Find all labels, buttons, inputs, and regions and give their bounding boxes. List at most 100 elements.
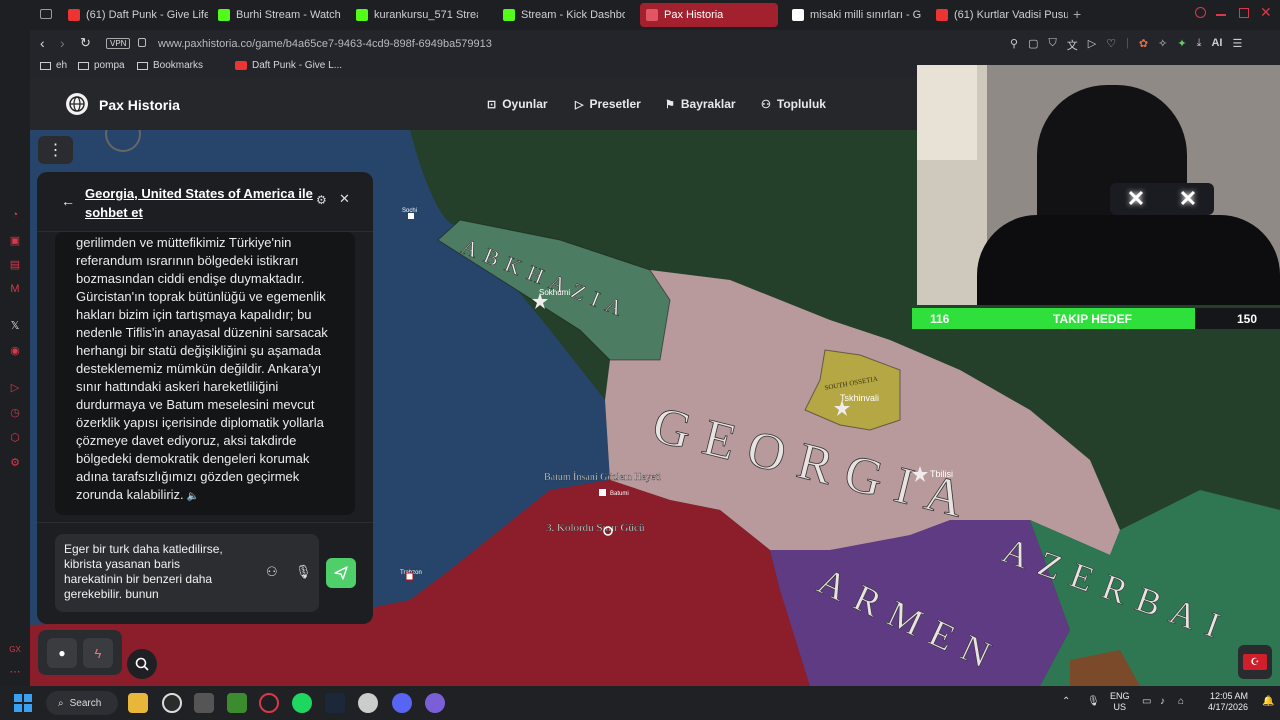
heart-icon[interactable]: ♡	[1106, 37, 1116, 53]
snapshot-icon[interactable]: ▢	[1028, 37, 1038, 53]
m-icon[interactable]: M	[8, 282, 22, 296]
settings-icon[interactable]: ⚙	[316, 193, 327, 207]
network-icon[interactable]: ⌂	[1178, 696, 1184, 707]
browser-tab[interactable]: Pax Historia	[640, 3, 778, 27]
player-icon[interactable]: ▷	[8, 380, 22, 394]
discord-icon[interactable]	[392, 693, 412, 713]
vpn-ext-icon[interactable]: ✦	[1177, 37, 1186, 53]
extension-icon[interactable]: ✿	[1139, 37, 1148, 53]
city-sokhumi[interactable]: Sokhumi	[539, 288, 570, 297]
shoulders	[977, 215, 1280, 305]
menu-icon[interactable]: ☰	[1232, 37, 1242, 53]
message-input-text[interactable]: Eger bir turk daha katledilirse, kibrista…	[64, 542, 264, 602]
city-tbilisi[interactable]: Tbilisi	[930, 469, 953, 479]
browser-tab[interactable]: misaki milli sınırları - Goog	[786, 3, 921, 27]
send-button[interactable]	[326, 558, 356, 588]
browser-tab[interactable]: (61) Daft Punk - Give Life B	[62, 3, 208, 27]
notification-icon[interactable]: 🔔	[1262, 696, 1274, 707]
x-icon[interactable]: 𝕏	[8, 318, 22, 332]
browser-tab[interactable]: kurankursu_571 Stream - W	[350, 3, 478, 27]
url-field[interactable]: www.paxhistoria.co/game/b4a65ce7-9463-4c…	[158, 38, 492, 50]
search-tabs-icon[interactable]	[1195, 7, 1206, 18]
taskbar-search[interactable]: ⌕ Search	[46, 691, 118, 715]
nav-games[interactable]: ⊡ Oyunlar	[487, 97, 548, 111]
bookmark-folder[interactable]: Bookmarks	[137, 60, 203, 71]
steam-icon[interactable]	[325, 693, 345, 713]
maximize-icon[interactable]	[1239, 8, 1249, 18]
language-indicator[interactable]: ENG US	[1110, 691, 1130, 713]
globe-icon[interactable]	[66, 93, 88, 115]
puzzle-icon[interactable]: ✧	[1158, 37, 1167, 53]
speaker-icon[interactable]: 🔈	[184, 491, 198, 502]
back-arrow-icon[interactable]: ←	[61, 193, 75, 209]
ai-button[interactable]: AI	[1211, 37, 1222, 53]
participants-icon[interactable]: ⚇	[266, 564, 278, 580]
chat-bubble-icon[interactable]: ●	[47, 638, 77, 668]
file-explorer-icon[interactable]	[128, 693, 148, 713]
site-header: Pax Historia ⊡ Oyunlar ▷ Presetler ⚑ Bayrak…	[30, 78, 917, 130]
unit-observer-label[interactable]: Batum İnsani Gözlem Heyeti	[544, 471, 661, 483]
app-icon[interactable]	[194, 693, 214, 713]
nav-flags[interactable]: ⚑ Bayraklar	[665, 97, 736, 111]
display-icon[interactable]: ▭	[1142, 696, 1151, 707]
microphone-icon[interactable]: 🎙	[1087, 696, 1100, 707]
app-icon[interactable]	[425, 693, 445, 713]
country-flag-button[interactable]: ☪	[1238, 645, 1272, 679]
bag-icon[interactable]: ▣	[8, 233, 22, 247]
spotify-icon[interactable]	[292, 693, 312, 713]
discord-icon[interactable]: ◉	[8, 343, 22, 357]
divider	[37, 522, 373, 523]
close-icon[interactable]: ✕	[339, 191, 350, 207]
opera-gx-icon[interactable]	[259, 693, 279, 713]
pin-icon[interactable]: ⚲	[1010, 37, 1018, 53]
more-icon[interactable]: ⋯	[8, 664, 22, 678]
speed-dial-icon[interactable]: ◔	[8, 208, 22, 222]
message-input[interactable]: Eger bir turk daha katledilirse, kibrista…	[55, 534, 319, 612]
obs-icon[interactable]	[162, 693, 182, 713]
city-batumi[interactable]: Batumi	[610, 491, 629, 497]
shield-icon[interactable]: ⛉	[1048, 37, 1056, 53]
site-logo-text[interactable]: Pax Historia	[99, 97, 180, 113]
vpn-badge[interactable]: VPN	[106, 38, 131, 49]
message-line: hakları bizim için tartışmaya kapalıdır;…	[76, 307, 312, 322]
tab-favicon-icon	[356, 9, 368, 21]
gx-icon[interactable]: GX	[8, 642, 22, 656]
bookmark-pompa[interactable]: pompa	[78, 60, 125, 71]
new-tab-icon[interactable]: +	[1073, 6, 1081, 22]
bookmark-eh[interactable]: eh	[40, 60, 67, 71]
close-window-icon[interactable]: ✕	[1260, 4, 1272, 21]
message-line: referandum ısrarının bölgedeki istikrarı	[76, 253, 299, 268]
unit-corps-label[interactable]: 3. Kolordu Sınır Gücü	[546, 522, 645, 534]
play-icon[interactable]: ▷	[1088, 37, 1096, 53]
volume-icon[interactable]: ♪	[1160, 696, 1165, 707]
browser-tab[interactable]: (61) Kurtlar Vadisi Pusu	[930, 3, 1068, 27]
twitch-icon[interactable]: ▤	[8, 257, 22, 271]
translate-icon[interactable]: 文	[1067, 37, 1078, 53]
browser-tab[interactable]: Stream - Kick Dashboard	[497, 3, 625, 27]
download-icon[interactable]: ⤓	[1197, 37, 1202, 53]
chrome-icon[interactable]	[358, 693, 378, 713]
tray-chevron-icon[interactable]: ⌃	[1062, 696, 1070, 707]
nav-presets[interactable]: ▷ Presetler	[575, 97, 641, 111]
kebab-menu-button[interactable]: ⋮	[38, 136, 73, 164]
city-tskhinvali[interactable]: Tskhinvali	[840, 393, 879, 403]
bookmark-daftpunk[interactable]: Daft Punk - Give L...	[235, 60, 342, 71]
clock[interactable]: 12:05 AM 4/17/2026	[1198, 691, 1248, 713]
minimize-icon[interactable]	[1216, 14, 1226, 16]
microphone-icon[interactable]: 🎙	[295, 564, 312, 580]
lightning-icon[interactable]: ϟ	[83, 638, 113, 668]
browser-tab[interactable]: Burhi Stream - Watch Live	[212, 3, 342, 27]
minecraft-icon[interactable]	[227, 693, 247, 713]
tab-overview-icon[interactable]	[40, 9, 52, 19]
message-line: desteklememiz mümkün değildir. Ankara'yı	[76, 361, 322, 376]
forward-icon[interactable]: ›	[60, 35, 65, 51]
history-icon[interactable]: ◷	[8, 405, 22, 419]
settings-icon[interactable]: ⚙	[8, 455, 22, 469]
lock-icon[interactable]	[138, 38, 146, 47]
windows-start-icon[interactable]	[14, 694, 32, 712]
extensions-icon[interactable]: ⬡	[8, 430, 22, 444]
back-icon[interactable]: ‹	[40, 35, 45, 51]
search-button[interactable]	[127, 649, 157, 679]
reload-icon[interactable]: ↻	[80, 35, 91, 51]
nav-community[interactable]: ⚇ Topluluk	[761, 97, 826, 111]
